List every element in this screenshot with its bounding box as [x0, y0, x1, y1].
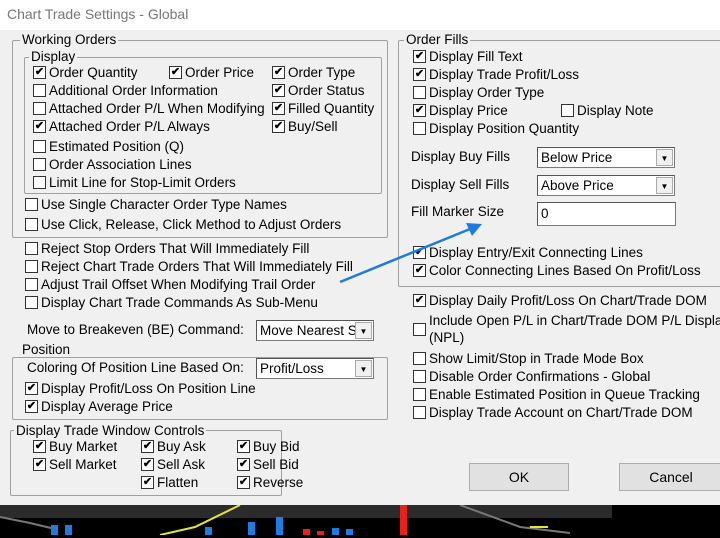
chart-preview: [0, 504, 612, 536]
annotation-arrow: [339, 223, 482, 284]
chart-background: [0, 504, 720, 536]
